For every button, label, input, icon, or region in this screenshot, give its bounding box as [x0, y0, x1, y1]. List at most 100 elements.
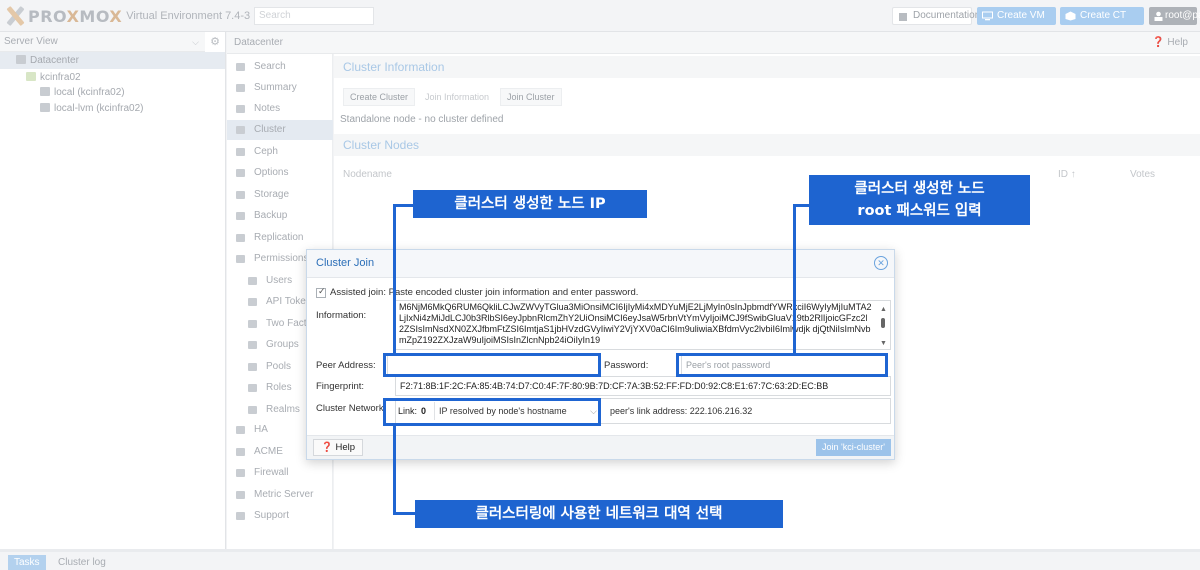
scrollbar[interactable]: ▲ ▼: [878, 304, 888, 347]
connector-password-h: [793, 204, 809, 207]
connector-password: [793, 204, 796, 353]
retweet-icon: [236, 234, 245, 242]
logo-text-x1: X: [66, 6, 80, 26]
logo-text-mo: MO: [79, 6, 110, 26]
dialog-help-label: Help: [335, 442, 356, 453]
shield-icon: [236, 469, 245, 477]
nav-item-label: Metric Server: [254, 489, 314, 500]
tab-cluster-log[interactable]: Cluster log: [52, 555, 112, 570]
comments-icon: [236, 512, 245, 520]
tree-item-storage-local[interactable]: local (kcinfra02): [40, 84, 125, 101]
callout-root-password-line2: root 패스워드 입력: [857, 203, 982, 219]
nav-item-label: Replication: [254, 232, 304, 243]
documentation-button[interactable]: Documentation: [892, 7, 980, 25]
server-view-select[interactable]: Server View ⌵: [0, 32, 205, 52]
fingerprint-label: Fingerprint:: [316, 381, 365, 392]
cube-icon: [1065, 11, 1076, 21]
nav-item-summary[interactable]: Summary: [227, 78, 333, 98]
gear-icon[interactable]: ⚙: [207, 34, 223, 50]
help-button[interactable]: ❓ Help: [1152, 32, 1188, 54]
key-icon: [248, 320, 257, 328]
join-cluster-button[interactable]: Join Cluster: [500, 88, 562, 106]
address-book-icon: [248, 406, 257, 414]
information-text: M6NjM6MkQ6RUM6QkliLCJwZWVyTGlua3MiOnsiMC…: [399, 302, 872, 334]
user-icon: [248, 277, 257, 285]
tree-item-datacenter[interactable]: Datacenter: [0, 52, 225, 69]
gear-icon: [236, 169, 245, 177]
nav-item-label: Notes: [254, 103, 281, 114]
search-input[interactable]: Search: [254, 7, 374, 25]
nav-item-metric-server[interactable]: Metric Server: [227, 485, 333, 505]
connector-peer-h: [393, 204, 413, 207]
nav-item-label: Backup: [254, 210, 288, 221]
nav-item-label: Users: [266, 275, 293, 286]
nav-item-cluster[interactable]: Cluster: [227, 120, 333, 140]
storage-icon: [40, 87, 50, 96]
nav-item-options[interactable]: Options: [227, 163, 333, 183]
help-icon: ❓: [321, 442, 333, 453]
users-icon: [248, 341, 257, 349]
dialog-help-button[interactable]: ❓ Help: [313, 439, 364, 456]
nav-item-search[interactable]: Search: [227, 57, 333, 77]
cluster-information-header: Cluster Information: [334, 56, 1200, 78]
nav-item-notes[interactable]: Notes: [227, 99, 333, 119]
logo-text-pro: PRO: [28, 6, 67, 26]
nav-item-label: Options: [254, 167, 289, 178]
tree-item-label: Datacenter: [30, 55, 79, 66]
nav-item-label: Storage: [254, 189, 290, 200]
nav-item-label: Realms: [266, 404, 300, 415]
tab-tasks[interactable]: Tasks: [8, 555, 46, 570]
user-menu-button[interactable]: root@pam: [1149, 7, 1200, 25]
nav-item-ceph[interactable]: Ceph: [227, 142, 333, 162]
book-icon: [899, 13, 907, 21]
logo-text-x2: X: [109, 6, 123, 26]
database-icon: [236, 191, 245, 199]
nav-item-label: Support: [254, 510, 290, 521]
tree-item-label: local-lvm (kcinfra02): [54, 103, 144, 114]
monitor-icon: [982, 11, 993, 21]
close-icon[interactable]: ✕: [874, 256, 888, 270]
information-textarea[interactable]: M6NjM6MkQ6RUM6QkliLCJwZWVyTGlua3MiOnsiMC…: [395, 300, 891, 350]
top-bar: PROXMOX Virtual Environment 7.4-3 Search…: [0, 0, 1200, 32]
assisted-join-label: Assisted join: Paste encoded cluster joi…: [330, 287, 639, 298]
help-icon: ❓: [1152, 37, 1165, 48]
create-vm-button[interactable]: Create VM: [977, 7, 1056, 25]
assisted-join-checkbox[interactable]: [316, 286, 326, 298]
create-cluster-button[interactable]: Create Cluster: [343, 88, 416, 106]
server-view-label: Server View: [4, 36, 58, 47]
column-votes[interactable]: Votes: [1130, 164, 1155, 186]
tree-item-storage-lvm[interactable]: local-lvm (kcinfra02): [40, 100, 143, 117]
callout-root-password-line1: 클러스터 생성한 노드: [854, 181, 985, 197]
storage-icon: [40, 103, 50, 112]
scroll-up-icon: ▲: [880, 306, 887, 313]
nav-item-replication[interactable]: Replication: [227, 228, 333, 248]
column-nodename[interactable]: Nodename: [343, 164, 392, 186]
nav-item-firewall[interactable]: Firewall: [227, 463, 333, 483]
cluster-network-label: Cluster Network:: [316, 403, 387, 414]
nav-item-label: Pools: [266, 361, 292, 372]
nav-item-label: Ceph: [254, 146, 278, 157]
cluster-nodes-header: Cluster Nodes: [334, 134, 1200, 156]
peer-link-address: peer's link address: 222.106.216.32: [610, 406, 753, 416]
tree-item-label: local (kcinfra02): [54, 87, 125, 98]
join-cluster-submit-button[interactable]: Join 'kci-cluster': [816, 439, 891, 456]
nav-item-label: Cluster: [254, 124, 286, 135]
nav-item-backup[interactable]: Backup: [227, 206, 333, 226]
nav-item-storage[interactable]: Storage: [227, 185, 333, 205]
information-label: Information:: [316, 310, 367, 321]
create-ct-button[interactable]: Create CT: [1060, 7, 1144, 25]
join-information-button[interactable]: Join Information: [418, 88, 496, 106]
tree-item-label: kcinfra02: [40, 72, 81, 83]
tags-icon: [248, 363, 257, 371]
nav-item-support[interactable]: Support: [227, 506, 333, 526]
certificate-icon: [236, 448, 245, 456]
column-id[interactable]: ID ↑: [1058, 164, 1076, 186]
fingerprint-field[interactable]: F2:71:8B:1F:2C:FA:85:4B:74:D7:C0:4F:7F:8…: [395, 376, 891, 396]
nav-item-label: HA: [254, 424, 268, 435]
help-label: Help: [1167, 37, 1188, 48]
scroll-thumb[interactable]: [881, 318, 885, 328]
proxmox-x-icon: [4, 7, 26, 25]
floppy-icon: [236, 212, 245, 220]
scroll-down-icon: ▼: [880, 340, 887, 347]
dialog-title: Cluster Join: [316, 257, 375, 269]
